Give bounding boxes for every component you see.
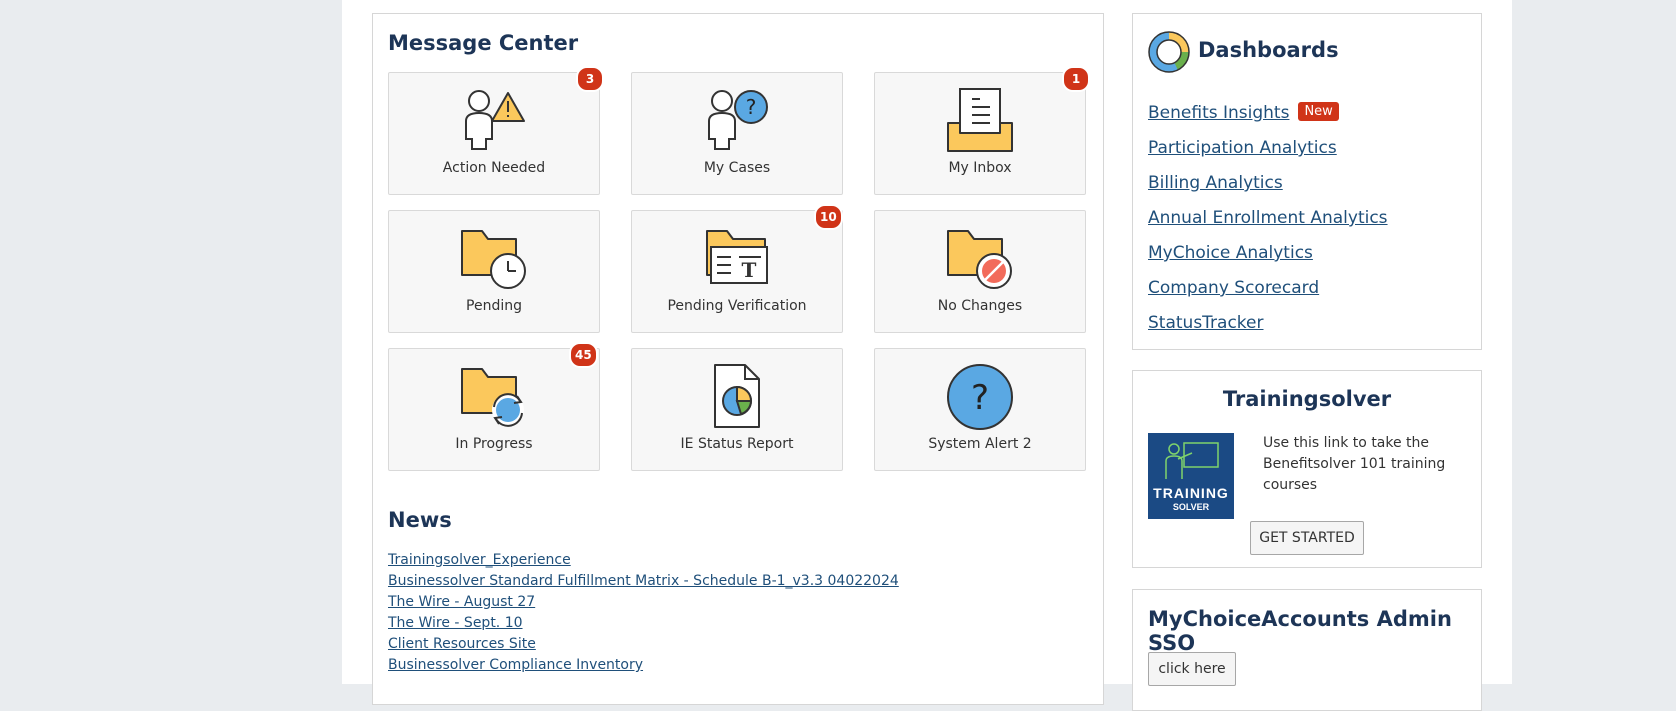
trainingsolver-logo: TRAINING SOLVER: [1148, 433, 1234, 519]
dashboard-links: Benefits Insights New Participation Anal…: [1148, 102, 1388, 348]
tile-action-needed[interactable]: Action Needed 3: [388, 66, 604, 195]
tile-pending[interactable]: Pending: [388, 210, 600, 333]
dashboards-panel: Dashboards Benefits Insights New Partici…: [1132, 13, 1482, 350]
message-center-title: Message Center: [388, 31, 579, 55]
tile-label: IE Status Report: [680, 436, 794, 452]
trainingsolver-panel: Trainingsolver TRAINING SOLVER Use this …: [1132, 370, 1482, 568]
folder-clock-icon: [460, 225, 528, 296]
tile-label: My Cases: [703, 160, 771, 176]
count-badge: 10: [814, 204, 843, 230]
message-center-panel: Message Center Action Needed 3 ? My Case…: [372, 13, 1104, 705]
news-link[interactable]: Businessolver Compliance Inventory: [388, 657, 643, 673]
person-warning-icon: [462, 87, 526, 158]
page-content: Message Center Action Needed 3 ? My Case…: [342, 0, 1512, 711]
folder-prohibited-icon: [946, 225, 1014, 296]
tile-label: Pending Verification: [667, 298, 807, 314]
tile-in-progress[interactable]: In Progress 45: [388, 342, 600, 471]
tile-label: Action Needed: [442, 160, 546, 176]
news-title: News: [388, 508, 452, 532]
list-item: Participation Analytics: [1148, 138, 1388, 173]
get-started-button[interactable]: GET STARTED: [1250, 521, 1364, 555]
news-list: Trainingsolver_Experience Businessolver …: [388, 552, 899, 678]
person-question-icon: ?: [705, 87, 769, 158]
dashboard-link-benefits-insights[interactable]: Benefits Insights: [1148, 103, 1289, 123]
svg-text:T: T: [742, 258, 757, 282]
dashboard-link-company-scorecard[interactable]: Company Scorecard: [1148, 278, 1319, 298]
list-item: MyChoice Analytics: [1148, 243, 1388, 278]
list-item: Billing Analytics: [1148, 173, 1388, 208]
tile-label: Pending: [466, 298, 522, 314]
count-badge: 3: [576, 66, 604, 92]
dashboard-link-mychoice[interactable]: MyChoice Analytics: [1148, 243, 1313, 263]
tile-label: In Progress: [455, 436, 533, 452]
donut-chart-icon: [1148, 31, 1190, 78]
list-item: The Wire - Sept. 10: [388, 615, 899, 636]
tile-no-changes[interactable]: No Changes: [874, 210, 1086, 333]
presenter-icon: [1165, 442, 1219, 479]
news-link[interactable]: The Wire - Sept. 10: [388, 615, 523, 631]
new-badge: New: [1298, 102, 1339, 121]
sso-title: MyChoiceAccounts Admin SSO: [1148, 607, 1452, 655]
pie-report-icon: [709, 363, 765, 434]
tile-system-alert-2[interactable]: ? System Alert 2: [874, 348, 1086, 471]
svg-text:?: ?: [746, 95, 757, 119]
news-link[interactable]: The Wire - August 27: [388, 594, 535, 610]
list-item: Benefits Insights New: [1148, 102, 1388, 138]
dashboards-title: Dashboards: [1198, 38, 1339, 62]
tile-my-cases[interactable]: ? My Cases: [631, 72, 843, 195]
list-item: The Wire - August 27: [388, 594, 899, 615]
list-item: Company Scorecard: [1148, 278, 1388, 313]
list-item: Businessolver Compliance Inventory: [388, 657, 899, 678]
dashboard-link-billing[interactable]: Billing Analytics: [1148, 173, 1283, 193]
dashboard-link-participation[interactable]: Participation Analytics: [1148, 138, 1337, 158]
dashboard-link-annual-enrollment[interactable]: Annual Enrollment Analytics: [1148, 208, 1388, 228]
question-circle-icon: ?: [946, 363, 1014, 436]
tile-ie-status-report[interactable]: IE Status Report: [631, 348, 843, 471]
sso-panel: MyChoiceAccounts Admin SSO click here: [1132, 589, 1482, 711]
count-badge: 1: [1062, 66, 1090, 92]
inbox-tray-icon: [946, 87, 1014, 158]
news-link[interactable]: Trainingsolver_Experience: [388, 552, 571, 568]
tile-label: My Inbox: [948, 160, 1012, 176]
folder-document-icon: T: [703, 225, 771, 296]
tile-label: System Alert 2: [928, 436, 1032, 452]
tile-pending-verification[interactable]: T Pending Verification 10: [631, 204, 843, 333]
list-item: Businessolver Standard Fulfillment Matri…: [388, 573, 899, 594]
tile-label: No Changes: [937, 298, 1023, 314]
news-link[interactable]: Client Resources Site: [388, 636, 536, 652]
tile-my-inbox[interactable]: My Inbox 1: [874, 66, 1090, 195]
count-badge: 45: [569, 342, 598, 368]
folder-refresh-icon: [460, 363, 528, 434]
trainingsolver-title: Trainingsolver: [1222, 387, 1392, 411]
list-item: Annual Enrollment Analytics: [1148, 208, 1388, 243]
list-item: Client Resources Site: [388, 636, 899, 657]
trainingsolver-description: Use this link to take the Benefitsolver …: [1263, 435, 1446, 493]
news-link[interactable]: Businessolver Standard Fulfillment Matri…: [388, 573, 899, 589]
click-here-button[interactable]: click here: [1148, 652, 1236, 686]
list-item: Trainingsolver_Experience: [388, 552, 899, 573]
svg-text:?: ?: [971, 378, 989, 418]
dashboard-link-statustracker[interactable]: StatusTracker: [1148, 313, 1264, 333]
list-item: StatusTracker: [1148, 313, 1388, 348]
